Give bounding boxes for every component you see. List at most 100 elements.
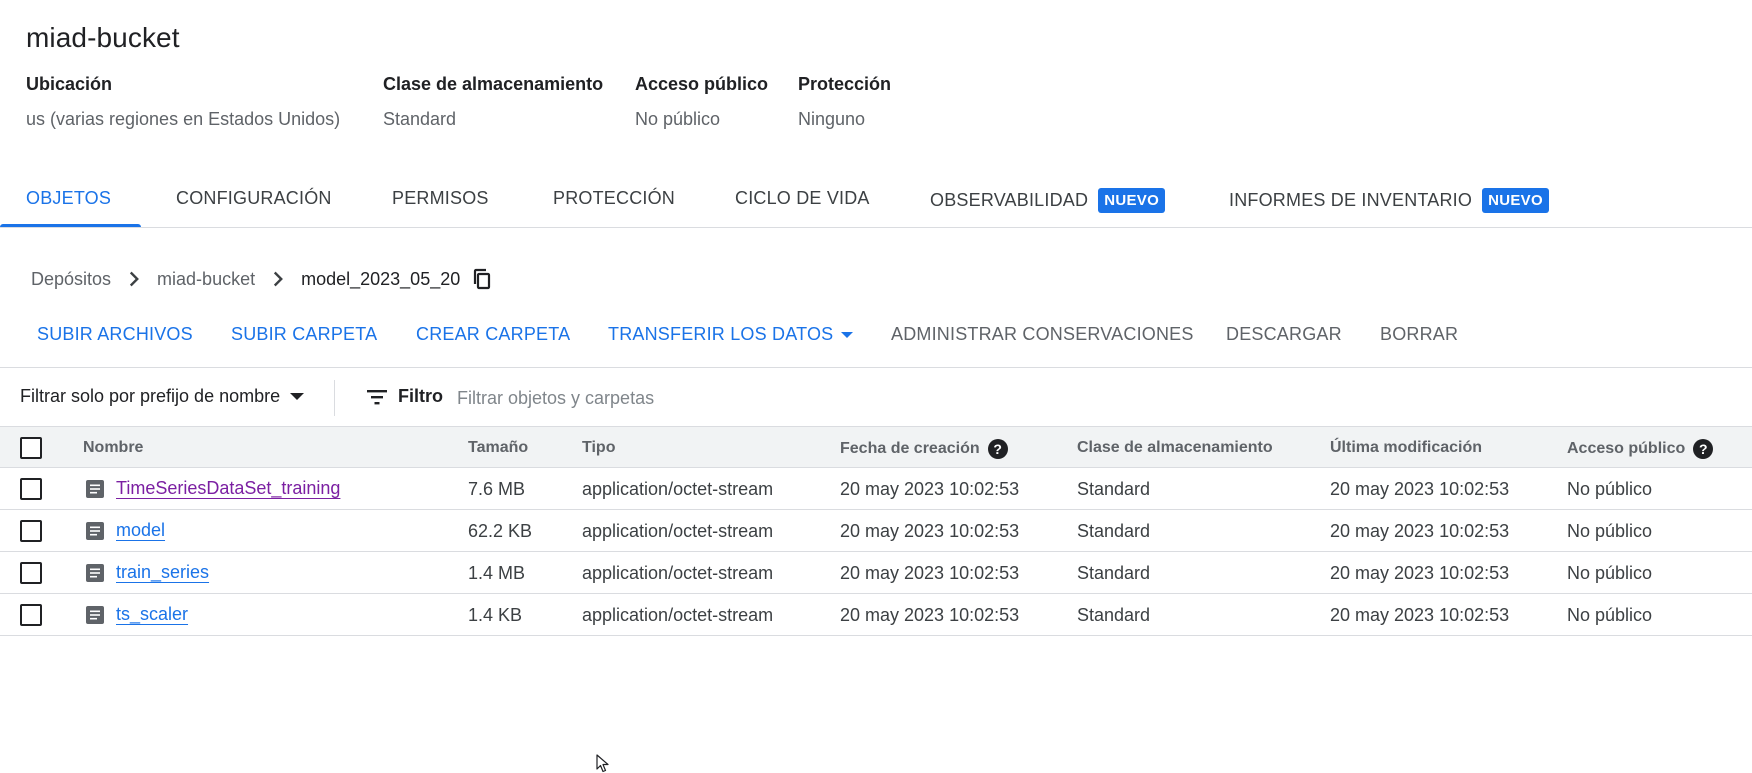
mouse-cursor-icon bbox=[596, 754, 609, 773]
tab-observability[interactable]: OBSERVABILIDAD NUEVO bbox=[930, 188, 1166, 213]
cell-public-access: No público bbox=[1567, 479, 1653, 499]
object-name-link[interactable]: ts_scaler bbox=[116, 604, 188, 625]
cell-modified: 20 may 2023 10:02:53 bbox=[1330, 563, 1510, 583]
cell-size: 1.4 MB bbox=[468, 563, 526, 583]
help-icon[interactable]: ? bbox=[987, 439, 1008, 459]
file-icon bbox=[86, 480, 104, 498]
filter-button[interactable]: Filtro bbox=[366, 386, 443, 407]
tab-permissions-label: PERMISOS bbox=[392, 188, 489, 208]
upload-files-button[interactable]: SUBIR ARCHIVOS bbox=[37, 324, 193, 345]
cell-public-access: No público bbox=[1567, 521, 1653, 541]
header-name[interactable]: Nombre bbox=[83, 439, 143, 457]
cell-created: 20 may 2023 10:02:53 bbox=[840, 605, 1020, 625]
page-title: miad-bucket bbox=[26, 22, 180, 53]
filter-icon bbox=[367, 389, 387, 404]
cell-size: 7.6 MB bbox=[468, 479, 526, 499]
new-badge: NUEVO bbox=[1098, 188, 1166, 213]
cell-created: 20 may 2023 10:02:53 bbox=[840, 479, 1020, 499]
cell-storage-class: Standard bbox=[1077, 605, 1151, 625]
tab-objects[interactable]: OBJETOS bbox=[26, 188, 111, 209]
row-checkbox[interactable] bbox=[20, 604, 42, 626]
tab-observability-label: OBSERVABILIDAD bbox=[930, 190, 1089, 210]
filter-input[interactable] bbox=[457, 382, 1157, 414]
cell-modified: 20 may 2023 10:02:53 bbox=[1330, 605, 1510, 625]
header-public-access-label: Acceso público bbox=[1567, 440, 1686, 457]
meta-protection-label: Protección bbox=[798, 74, 892, 94]
row-checkbox[interactable] bbox=[20, 562, 42, 584]
objects-table: Nombre Tamaño Tipo Fecha de creación ? C… bbox=[0, 426, 1752, 636]
tab-permissions[interactable]: PERMISOS bbox=[392, 188, 489, 209]
manage-holds-button[interactable]: ADMINISTRAR CONSERVACIONES bbox=[891, 324, 1194, 345]
object-name-link[interactable]: train_series bbox=[116, 562, 209, 583]
cell-size: 1.4 KB bbox=[468, 605, 523, 625]
cell-modified: 20 may 2023 10:02:53 bbox=[1330, 521, 1510, 541]
chevron-right-icon bbox=[129, 271, 139, 287]
tab-configuration[interactable]: CONFIGURACIÓN bbox=[176, 188, 332, 209]
delete-button[interactable]: BORRAR bbox=[1380, 324, 1458, 345]
active-tab-indicator bbox=[0, 224, 141, 227]
object-name-link[interactable]: model bbox=[116, 520, 165, 541]
row-checkbox[interactable] bbox=[20, 478, 42, 500]
breadcrumb-bucket[interactable]: miad-bucket bbox=[157, 269, 255, 290]
header-type[interactable]: Tipo bbox=[582, 439, 615, 457]
download-button[interactable]: DESCARGAR bbox=[1226, 324, 1342, 345]
tab-inventory-reports[interactable]: INFORMES DE INVENTARIO NUEVO bbox=[1229, 188, 1549, 213]
meta-storage-class-label: Clase de almacenamiento bbox=[383, 74, 604, 94]
tab-protection[interactable]: PROTECCIÓN bbox=[553, 188, 675, 209]
create-folder-button[interactable]: CREAR CARPETA bbox=[416, 324, 570, 345]
caret-down-icon bbox=[841, 331, 854, 338]
table-row: ts_scaler 1.4 KB application/octet-strea… bbox=[0, 594, 1752, 636]
new-badge: NUEVO bbox=[1482, 188, 1549, 213]
meta-protection: Protección Ninguno bbox=[798, 74, 891, 130]
prefix-filter-label: Filtrar solo por prefijo de nombre bbox=[20, 386, 281, 406]
transfer-data-label: TRANSFERIR LOS DATOS bbox=[608, 324, 834, 344]
divider bbox=[334, 380, 335, 416]
prefix-filter-dropdown[interactable]: Filtrar solo por prefijo de nombre bbox=[20, 386, 305, 407]
tab-protection-label: PROTECCIÓN bbox=[553, 188, 676, 208]
table-row: TimeSeriesDataSet_training 7.6 MB applic… bbox=[0, 468, 1752, 510]
row-checkbox[interactable] bbox=[20, 520, 42, 542]
select-all-checkbox[interactable] bbox=[20, 437, 42, 459]
cell-type: application/octet-stream bbox=[582, 563, 774, 583]
meta-location-value: us (varias regiones en Estados Unidos) bbox=[26, 109, 341, 129]
upload-folder-button[interactable]: SUBIR CARPETA bbox=[231, 324, 377, 345]
filter-label: Filtro bbox=[398, 386, 443, 406]
cell-storage-class: Standard bbox=[1077, 479, 1151, 499]
header-public-access[interactable]: Acceso público ? bbox=[1567, 439, 1714, 459]
tab-objects-label: OBJETOS bbox=[26, 188, 112, 208]
header-size[interactable]: Tamaño bbox=[468, 439, 528, 457]
table-header: Nombre Tamaño Tipo Fecha de creación ? C… bbox=[0, 426, 1752, 468]
meta-public-access-label: Acceso público bbox=[635, 74, 769, 94]
transfer-data-button[interactable]: TRANSFERIR LOS DATOS bbox=[608, 324, 854, 345]
cell-public-access: No público bbox=[1567, 605, 1653, 625]
cell-created: 20 may 2023 10:02:53 bbox=[840, 563, 1020, 583]
action-toolbar: SUBIR ARCHIVOS SUBIR CARPETA CREAR CARPE… bbox=[0, 320, 1752, 368]
meta-storage-class-value: Standard bbox=[383, 109, 457, 129]
meta-protection-value: Ninguno bbox=[798, 109, 866, 129]
chevron-right-icon bbox=[274, 271, 284, 287]
object-name-link[interactable]: TimeSeriesDataSet_training bbox=[116, 478, 340, 499]
tab-lifecycle[interactable]: CICLO DE VIDA bbox=[735, 188, 870, 209]
meta-location-label: Ubicación bbox=[26, 74, 113, 94]
table-row: train_series 1.4 MB application/octet-st… bbox=[0, 552, 1752, 594]
meta-storage-class: Clase de almacenamiento Standard bbox=[383, 74, 603, 130]
file-icon bbox=[86, 564, 104, 582]
header-created[interactable]: Fecha de creación ? bbox=[840, 439, 1008, 459]
file-icon bbox=[86, 522, 104, 540]
copy-icon[interactable] bbox=[470, 267, 494, 291]
tab-lifecycle-label: CICLO DE VIDA bbox=[735, 188, 870, 208]
help-icon[interactable]: ? bbox=[1693, 439, 1714, 459]
cell-modified: 20 may 2023 10:02:53 bbox=[1330, 479, 1510, 499]
cell-created: 20 may 2023 10:02:53 bbox=[840, 521, 1020, 541]
breadcrumb: Depósitos miad-bucket model_2023_05_20 bbox=[31, 266, 494, 292]
cell-type: application/octet-stream bbox=[582, 479, 774, 499]
cell-size: 62.2 KB bbox=[468, 521, 533, 541]
meta-public-access: Acceso público No público bbox=[635, 74, 768, 130]
breadcrumb-buckets[interactable]: Depósitos bbox=[31, 269, 111, 290]
header-storage-class[interactable]: Clase de almacenamiento bbox=[1077, 439, 1273, 457]
meta-public-access-value: No público bbox=[635, 109, 721, 129]
header-created-label: Fecha de creación bbox=[840, 440, 980, 457]
meta-location: Ubicación us (varias regiones en Estados… bbox=[26, 74, 340, 130]
header-modified[interactable]: Última modificación bbox=[1330, 439, 1482, 457]
table-row: model 62.2 KB application/octet-stream 2… bbox=[0, 510, 1752, 552]
